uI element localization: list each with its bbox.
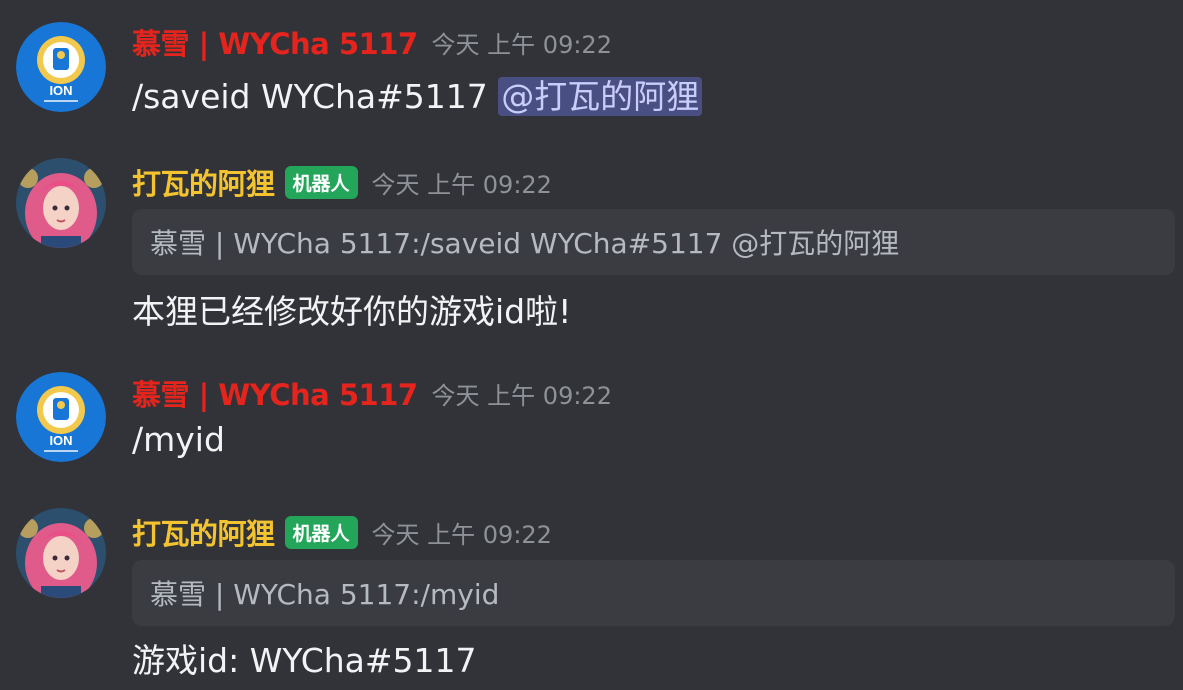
message-content: /myid: [132, 420, 225, 459]
bot-avatar[interactable]: [16, 158, 106, 248]
username[interactable]: 慕雪 | WYCha 5117: [132, 21, 418, 63]
quote-text: 慕雪 | WYCha 5117:/myid: [150, 578, 500, 611]
message-header: 慕雪 | WYCha 5117 今天 上午 09:22: [132, 372, 612, 414]
message-content: /saveid WYCha#5117 @打瓦的阿狸: [132, 70, 703, 118]
message-text: 游戏id: WYCha#5117: [132, 641, 477, 680]
timestamp[interactable]: 今天 上午 09:22: [432, 25, 612, 60]
username[interactable]: 慕雪 | WYCha 5117: [132, 372, 418, 414]
reply-quote[interactable]: 慕雪 | WYCha 5117:/saveid WYCha#5117 @打瓦的阿…: [132, 209, 1175, 275]
message-3: ION 慕雪 | WYCha 5117 今天 上午 09:22 /myid: [0, 350, 1183, 490]
ion-club-avatar[interactable]: ION: [16, 372, 106, 462]
message-header: 打瓦的阿狸 机器人 今天 上午 09:22: [132, 511, 552, 553]
message-1: ION 慕雪 | WYCha 5117 今天 上午 09:22 /saveid …: [0, 0, 1183, 140]
svg-text:ION: ION: [49, 433, 72, 448]
timestamp[interactable]: 今天 上午 09:22: [372, 515, 552, 550]
message-text: /saveid WYCha#5117: [132, 77, 499, 116]
bot-avatar[interactable]: [16, 508, 106, 598]
username[interactable]: 打瓦的阿狸: [132, 161, 275, 203]
svg-text:ION: ION: [49, 83, 72, 98]
user-mention[interactable]: @打瓦的阿狸: [498, 77, 703, 116]
bot-tag: 机器人: [284, 515, 358, 549]
message-text: /myid: [132, 420, 225, 459]
message-header: 慕雪 | WYCha 5117 今天 上午 09:22: [132, 21, 612, 63]
reply-quote[interactable]: 慕雪 | WYCha 5117:/myid: [132, 560, 1175, 626]
ion-logo-icon: ION: [16, 22, 106, 112]
bot-tag: 机器人: [284, 165, 358, 199]
ion-club-avatar[interactable]: ION: [16, 22, 106, 112]
ion-logo-icon: ION: [16, 372, 106, 462]
message-content: 本狸已经修改好你的游戏id啦!: [132, 285, 571, 333]
timestamp[interactable]: 今天 上午 09:22: [372, 165, 552, 200]
message-4: 打瓦的阿狸 机器人 今天 上午 09:22 慕雪 | WYCha 5117:/m…: [0, 490, 1183, 690]
anime-girl-avatar-icon: [16, 508, 106, 598]
message-text: 本狸已经修改好你的游戏id啦!: [132, 292, 572, 331]
quote-text: 慕雪 | WYCha 5117:/saveid WYCha#5117 @打瓦的阿…: [150, 227, 900, 260]
timestamp[interactable]: 今天 上午 09:22: [432, 376, 612, 411]
username[interactable]: 打瓦的阿狸: [132, 511, 275, 553]
anime-girl-avatar-icon: [16, 158, 106, 248]
message-2: 打瓦的阿狸 机器人 今天 上午 09:22 慕雪 | WYCha 5117:/s…: [0, 140, 1183, 350]
message-header: 打瓦的阿狸 机器人 今天 上午 09:22: [132, 161, 552, 203]
message-content: 游戏id: WYCha#5117: [132, 634, 477, 682]
